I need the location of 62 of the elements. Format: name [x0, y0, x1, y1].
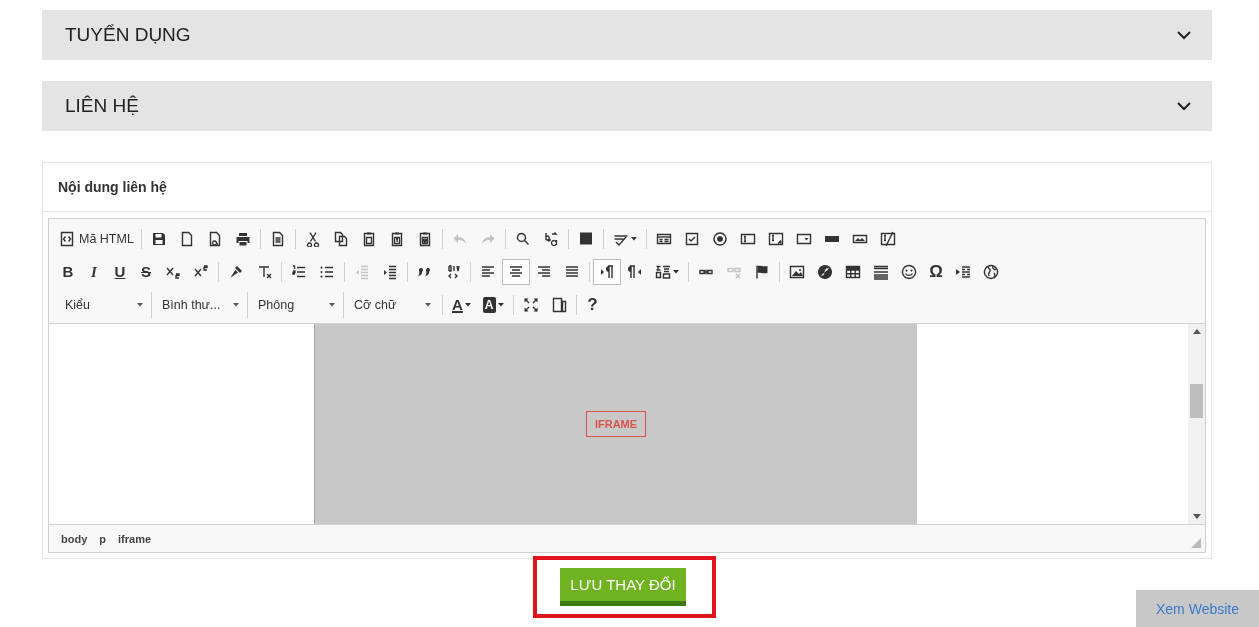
align-right-icon [536, 263, 552, 280]
hidden-field-icon [879, 230, 896, 247]
section-title: TUYỂN DỤNG [65, 24, 191, 46]
bgcolor-button[interactable]: A [476, 291, 510, 318]
search-icon [514, 230, 531, 247]
section-title: LIÊN HỆ [65, 95, 139, 117]
flag-icon [754, 263, 770, 280]
card-title: Nội dung liên hệ [58, 179, 167, 195]
ltr-button[interactable] [593, 258, 621, 285]
outdent-icon [354, 263, 370, 280]
numbered-list-icon [291, 263, 307, 280]
toolbar-dropdown[interactable]: Cỡ chữ [343, 291, 439, 318]
text-area-icon [767, 230, 784, 247]
scroll-up-arrow-icon[interactable] [1192, 329, 1201, 334]
maximize-icon [522, 296, 539, 313]
language-icon [655, 263, 671, 280]
horizontal-lines-icon [873, 263, 889, 280]
strike-button[interactable]: S [133, 258, 159, 285]
toolbar-dropdown[interactable]: Phông [247, 291, 343, 318]
dot-circle-icon [711, 230, 728, 247]
justify-icon [564, 263, 580, 280]
aligncenter-button[interactable] [502, 258, 530, 285]
textcolor-button[interactable]: A [446, 291, 477, 318]
table-icon [845, 263, 861, 280]
scroll-thumb[interactable] [1190, 384, 1203, 418]
image-icon [789, 263, 805, 280]
underline-button[interactable]: U [107, 258, 133, 285]
accordion-header[interactable]: LIÊN HỆ [42, 81, 1212, 131]
italic-button[interactable]: I [81, 258, 107, 285]
toolbar-dropdown[interactable]: Bình thư... [151, 291, 247, 318]
scissors-icon [304, 230, 321, 247]
globe-icon [983, 263, 999, 280]
element-path-link[interactable]: iframe [118, 532, 152, 545]
scrollbar[interactable] [1188, 324, 1205, 524]
align-left-icon [480, 263, 496, 280]
about-button[interactable]: ? [579, 291, 606, 318]
resize-grip-icon[interactable] [1191, 538, 1201, 548]
pilcrow-right-icon [599, 263, 615, 280]
flash-icon [817, 263, 833, 280]
toolbar-dropdown[interactable]: Kiểu [55, 291, 151, 318]
accordion-header[interactable]: TUYỂN DỤNG [42, 10, 1212, 60]
element-path-link[interactable]: p [99, 532, 106, 545]
specialchar-button[interactable]: Ω [923, 258, 949, 285]
clear-format-icon [256, 263, 272, 280]
paintbrush-icon [228, 263, 244, 280]
page-break-icon [955, 263, 971, 280]
element-path-link[interactable]: body [61, 532, 88, 545]
align-center-icon [508, 263, 524, 280]
bold-button[interactable]: B [55, 258, 81, 285]
replace-icon [542, 230, 559, 247]
scroll-down-arrow-icon[interactable] [1192, 514, 1201, 519]
pilcrow-left-icon [627, 263, 643, 280]
code-page-icon [59, 230, 75, 247]
smiley-icon [901, 263, 917, 280]
printer-icon [234, 230, 251, 247]
source-button[interactable]: Mã HTML [55, 225, 138, 252]
copy-icon [332, 230, 349, 247]
indent-icon [382, 263, 398, 280]
tick-square-icon [683, 230, 700, 247]
div-tag-icon [445, 263, 461, 280]
show-blocks-icon [550, 296, 567, 313]
iframe-label: IFRAME [585, 411, 647, 437]
